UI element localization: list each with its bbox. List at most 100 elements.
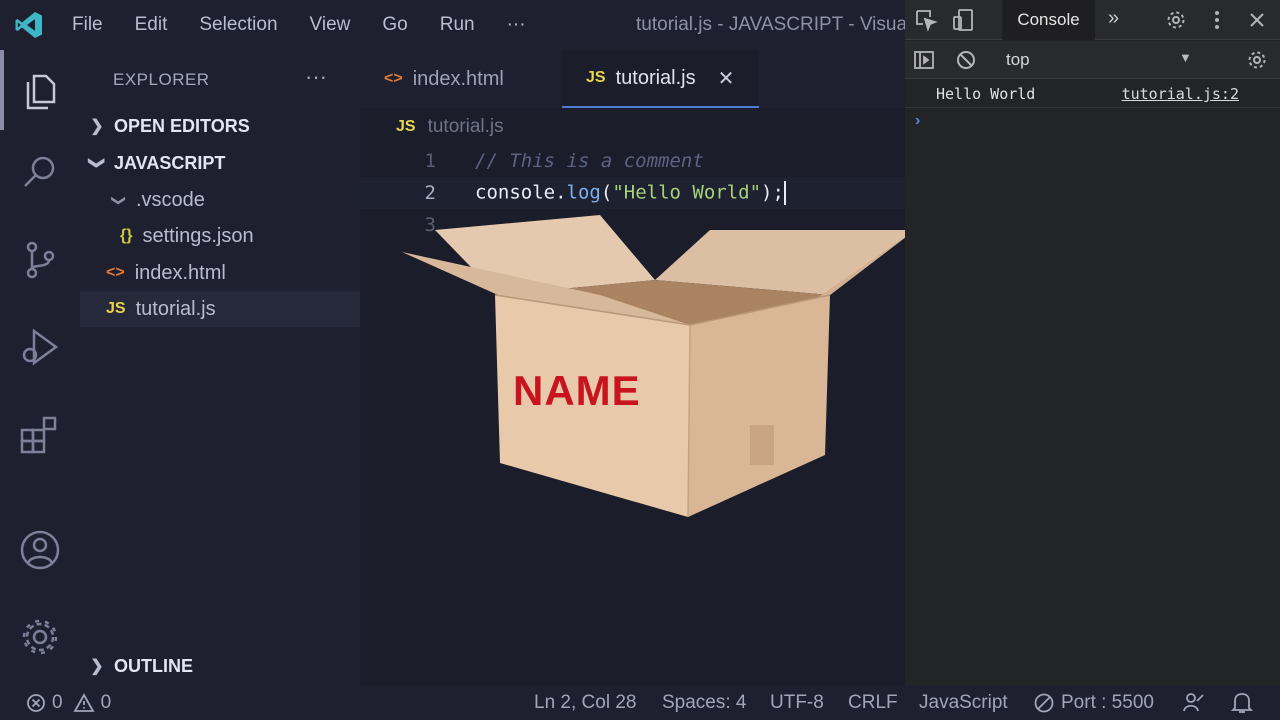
workspace-section[interactable]: ❯ JAVASCRIPT <box>80 145 360 181</box>
extensions-icon[interactable] <box>18 412 62 456</box>
code-line[interactable]: 1 // This is a comment <box>360 145 905 177</box>
warning-icon <box>73 693 95 712</box>
console-settings-icon[interactable] <box>1245 48 1269 72</box>
breadcrumb-file: tutorial.js <box>427 116 504 137</box>
console-message: Hello World tutorial.js:2 <box>905 80 1280 108</box>
settings-gear-icon[interactable] <box>18 615 62 659</box>
explorer-more-button[interactable]: ··· <box>305 64 327 90</box>
html-file-icon: <> <box>106 264 125 281</box>
toggle-sidebar-icon[interactable] <box>912 48 936 72</box>
error-count: 0 <box>52 692 63 713</box>
workspace-label: JAVASCRIPT <box>114 152 226 173</box>
open-editors-label: OPEN EDITORS <box>114 115 250 136</box>
tree-folder-vscode[interactable]: ❯ .vscode <box>80 182 360 218</box>
js-file-icon: JS <box>586 69 606 86</box>
error-icon <box>27 694 45 712</box>
tab-label: index.html <box>412 67 504 90</box>
close-tab-icon[interactable]: ✕ <box>718 66 735 91</box>
chevron-down-icon[interactable]: ▼ <box>1179 50 1192 65</box>
html-file-icon: <> <box>384 70 403 87</box>
line-ending[interactable]: CRLF <box>848 692 898 714</box>
vscode-logo-icon <box>15 12 42 38</box>
tab-tutorial-js[interactable]: JS tutorial.js ✕ <box>562 50 759 108</box>
status-bar: 0 0 Ln 2, Col 28 Spaces: 4 UTF-8 CRLF Ja… <box>0 685 1280 720</box>
tab-console[interactable]: Console <box>1002 0 1095 40</box>
json-file-icon: {} <box>120 227 133 244</box>
console-prompt-icon[interactable]: › <box>915 112 920 130</box>
encoding[interactable]: UTF-8 <box>770 692 824 714</box>
menu-go[interactable]: Go <box>366 14 423 36</box>
tab-index-html[interactable]: <> index.html <box>360 50 560 108</box>
folder-label: .vscode <box>136 188 205 211</box>
code-method: log <box>566 181 601 204</box>
chevron-right-icon: ❯ <box>90 658 104 675</box>
outline-label: OUTLINE <box>114 655 193 676</box>
tree-file-index-html[interactable]: <> index.html <box>80 255 360 291</box>
menu-selection[interactable]: Selection <box>183 14 293 36</box>
source-control-icon[interactable] <box>18 238 62 282</box>
activity-bar <box>0 50 80 685</box>
live-server-port[interactable]: Port : 5500 <box>1033 692 1154 714</box>
menu-bar: File Edit Selection View Go Run ··· <box>56 0 542 50</box>
accounts-feedback-icon[interactable] <box>1181 691 1205 715</box>
console-message-text: Hello World <box>936 85 1036 103</box>
code-dot: . <box>555 181 567 204</box>
problems-indicator[interactable]: 0 0 <box>26 692 111 714</box>
more-tabs-icon[interactable]: » <box>1108 7 1119 30</box>
tree-file-tutorial-js[interactable]: JS tutorial.js <box>80 291 360 327</box>
context-selector[interactable]: top <box>1006 50 1030 70</box>
explorer-sidebar: EXPLORER ··· ❯ OPEN EDITORS ❯ JAVASCRIPT… <box>80 50 360 685</box>
close-icon[interactable] <box>1245 8 1269 32</box>
breadcrumb[interactable]: JS tutorial.js <box>396 116 504 138</box>
console-toolbar: top ▼ <box>905 41 1280 79</box>
devtools-tabbar: Console » <box>905 0 1280 40</box>
console-source-link[interactable]: tutorial.js:2 <box>1122 85 1239 103</box>
line-number: 1 <box>424 150 436 172</box>
run-debug-icon[interactable] <box>18 325 62 369</box>
account-icon[interactable] <box>18 528 62 572</box>
warning-count: 0 <box>100 692 112 713</box>
search-icon[interactable] <box>18 150 62 194</box>
js-file-icon: JS <box>396 118 416 135</box>
window-title: tutorial.js - JAVASCRIPT - Visual Studio… <box>636 14 905 35</box>
code-line-current[interactable]: 2 console.log("Hello World"); <box>360 177 905 209</box>
chevron-down-icon: ❯ <box>88 156 105 170</box>
menu-more[interactable]: ··· <box>491 14 542 36</box>
clear-console-icon[interactable] <box>954 48 978 72</box>
code-paren-open: ( <box>600 181 613 204</box>
active-indicator <box>0 50 4 130</box>
explorer-icon[interactable] <box>18 68 62 112</box>
text-cursor <box>783 181 786 205</box>
box-label: NAME <box>513 367 641 414</box>
chevron-down-icon: ❯ <box>111 194 128 206</box>
cursor-position[interactable]: Ln 2, Col 28 <box>534 692 636 714</box>
broadcast-off-icon <box>1034 693 1054 713</box>
language-mode[interactable]: JavaScript <box>919 692 1008 714</box>
js-file-icon: JS <box>106 300 126 317</box>
port-label: Port : 5500 <box>1061 692 1154 713</box>
settings-gear-icon[interactable] <box>1164 8 1188 32</box>
open-editors-section[interactable]: ❯ OPEN EDITORS <box>80 108 360 144</box>
device-toolbar-icon[interactable] <box>951 8 975 32</box>
code-object: console <box>475 181 556 204</box>
tree-file-settings-json[interactable]: {} settings.json <box>80 218 360 254</box>
code-statement: console.log("Hello World"); <box>475 181 786 205</box>
line-number: 2 <box>424 182 436 204</box>
outline-section[interactable]: ❯ OUTLINE <box>80 648 360 684</box>
cardboard-box-illustration <box>402 215 915 518</box>
editor-tabs: <> index.html JS tutorial.js ✕ <box>360 50 905 108</box>
tab-label: tutorial.js <box>615 66 696 89</box>
inspect-element-icon[interactable] <box>914 8 938 32</box>
indentation[interactable]: Spaces: 4 <box>662 692 747 714</box>
title-bar: File Edit Selection View Go Run ··· tuto… <box>0 0 905 50</box>
menu-edit[interactable]: Edit <box>119 14 184 36</box>
cardboard-box-image: NAME <box>400 215 920 520</box>
notifications-bell-icon[interactable] <box>1231 691 1253 715</box>
menu-file[interactable]: File <box>56 14 119 36</box>
menu-view[interactable]: View <box>294 14 367 36</box>
file-label: settings.json <box>142 224 254 247</box>
more-options-icon[interactable] <box>1205 8 1229 32</box>
explorer-header: EXPLORER <box>113 70 210 89</box>
menu-run[interactable]: Run <box>424 14 491 36</box>
file-label: index.html <box>134 261 226 284</box>
